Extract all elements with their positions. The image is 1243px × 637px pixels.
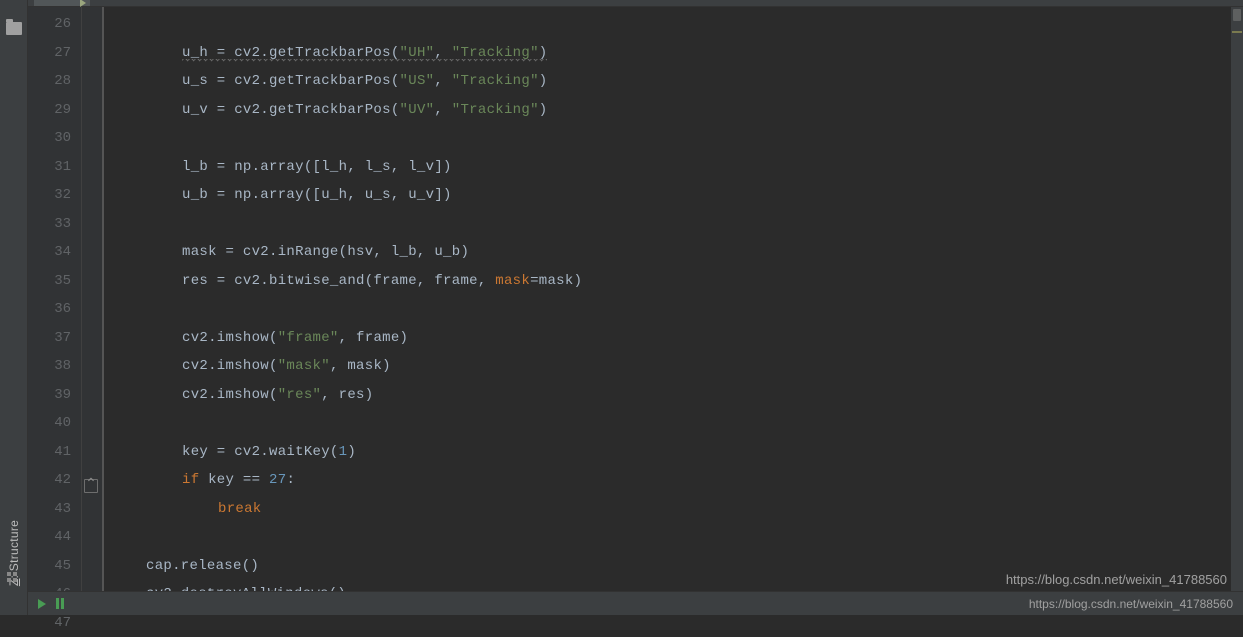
pause-icon[interactable] [56,598,64,609]
line-number: 27 [28,39,71,68]
code-line[interactable]: u_v = cv2.getTrackbarPos("UV", "Tracking… [110,96,1243,125]
code-line[interactable]: key = cv2.waitKey(1) [110,438,1243,467]
code-line[interactable]: mask = cv2.inRange(hsv, l_b, u_b) [110,238,1243,267]
code-line[interactable] [110,124,1243,153]
toolbar-grid-icon[interactable] [6,571,20,585]
code-line[interactable] [110,210,1243,239]
code-line[interactable]: res = cv2.bitwise_and(frame, frame, mask… [110,267,1243,296]
line-number: 31 [28,153,71,182]
fold-gutter: ⌃ [82,7,102,591]
code-line[interactable] [110,523,1243,552]
line-number: 37 [28,324,71,353]
tool-window-bar: Z: Structure [0,0,28,615]
scrollbar-warning-mark[interactable] [1232,31,1242,33]
line-number: 43 [28,495,71,524]
run-icon[interactable] [38,599,46,609]
code-line[interactable]: cv2.imshow("frame", frame) [110,324,1243,353]
line-number: 35 [28,267,71,296]
line-number-gutter: 2627282930313233343536373839404142434445… [28,7,82,591]
code-line[interactable]: u_h = cv2.getTrackbarPos("UH", "Tracking… [110,39,1243,68]
code-editor[interactable]: u_h = cv2.getTrackbarPos("UH", "Tracking… [108,7,1243,591]
code-line[interactable]: cv2.imshow("mask", mask) [110,352,1243,381]
status-bar: https://blog.csdn.net/weixin_41788560 [28,591,1243,615]
run-triangle-icon [80,0,86,7]
code-line[interactable] [110,295,1243,324]
code-line[interactable]: if key == 27: [110,466,1243,495]
line-number: 44 [28,523,71,552]
line-number: 33 [28,210,71,239]
code-line[interactable]: u_s = cv2.getTrackbarPos("US", "Tracking… [110,67,1243,96]
line-number: 32 [28,181,71,210]
line-number: 39 [28,381,71,410]
line-number: 40 [28,409,71,438]
line-number: 42 [28,466,71,495]
project-tool-icon[interactable] [6,22,22,35]
structure-label: : Structure [7,520,21,579]
code-line[interactable]: u_b = np.array([u_h, u_s, u_v]) [110,181,1243,210]
editor-area[interactable]: 2627282930313233343536373839404142434445… [28,7,1243,591]
line-number: 29 [28,96,71,125]
line-number: 45 [28,552,71,581]
editor-tab-bar [28,0,1243,7]
line-number: 26 [28,10,71,39]
line-number: 38 [28,352,71,381]
code-line[interactable] [110,409,1243,438]
code-line[interactable]: l_b = np.array([l_h, l_s, l_v]) [110,153,1243,182]
code-line[interactable]: cap.release() [110,552,1243,581]
line-number: 36 [28,295,71,324]
line-number: 30 [28,124,71,153]
scrollbar-thumb[interactable] [1233,9,1241,21]
code-line[interactable]: break [110,495,1243,524]
code-line[interactable]: cv2.imshow("res", res) [110,381,1243,410]
fold-end-icon[interactable]: ⌃ [84,479,98,493]
line-number: 41 [28,438,71,467]
vertical-scrollbar[interactable] [1231,7,1243,591]
line-number: 34 [28,238,71,267]
status-url: https://blog.csdn.net/weixin_41788560 [1029,597,1233,611]
code-line[interactable] [110,10,1243,39]
line-number: 28 [28,67,71,96]
editor-tab-run-badge[interactable] [34,0,90,6]
